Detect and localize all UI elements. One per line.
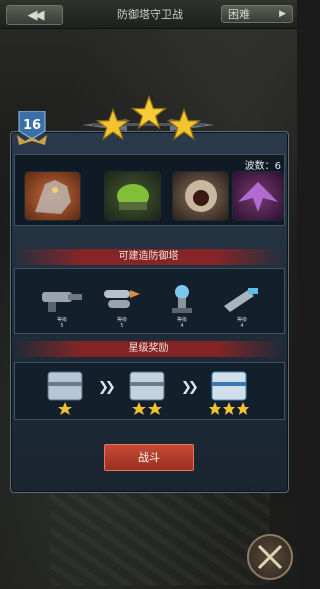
skill-button[interactable] xyxy=(247,534,293,580)
monster-bat-icon[interactable] xyxy=(232,171,284,221)
rewards-header: 星级奖励 xyxy=(14,341,283,357)
gatling-tower-icon xyxy=(42,292,82,312)
double-chevron-left-icon: ◀◀ xyxy=(27,7,45,23)
star-icon xyxy=(95,108,131,141)
back-button[interactable]: ◀◀ xyxy=(6,5,63,25)
page-title: 防御塔守卫战 xyxy=(117,8,183,21)
tesla-tower-icon xyxy=(172,285,192,313)
tower-level: 等级 4 xyxy=(176,317,187,329)
reward-chest-2[interactable] xyxy=(126,366,168,418)
star-icon xyxy=(130,95,168,130)
double-chevron-right-icon: ❯❯ xyxy=(98,380,116,395)
supply-chest-icon xyxy=(209,371,249,415)
top-bar: ◀◀ 防御塔守卫战 困难 ▶ xyxy=(0,0,297,29)
wave-count: 波数：6 xyxy=(244,161,281,172)
monster-dragon-icon[interactable] xyxy=(24,171,81,221)
difficulty-button[interactable]: 困难 ▶ xyxy=(221,5,293,23)
level-number: 16 xyxy=(22,118,42,133)
fight-button[interactable]: 战斗 xyxy=(104,444,194,471)
tower-gatling[interactable]: 等级 5 xyxy=(38,282,86,329)
triangle-right-icon: ▶ xyxy=(279,9,286,19)
monster-mech-icon[interactable] xyxy=(104,171,161,221)
reward-chest-1[interactable] xyxy=(44,366,86,418)
double-chevron-right-icon: ❯❯ xyxy=(181,380,199,395)
towers-header: 可建造防御塔 xyxy=(14,249,283,265)
supply-chest-icon xyxy=(47,371,83,415)
tower-level: 等级 4 xyxy=(236,317,247,329)
star-icon xyxy=(166,108,202,141)
reward-chest-3[interactable] xyxy=(208,366,250,418)
supply-chest-icon xyxy=(129,371,165,415)
tower-tesla[interactable]: 等级 4 xyxy=(158,282,206,329)
tower-laser[interactable]: 等级 4 xyxy=(218,282,266,329)
crossed-swords-icon xyxy=(257,544,283,570)
tower-missile[interactable]: 等级 5 xyxy=(98,282,146,329)
missile-tower-icon xyxy=(104,290,140,308)
monster-maw-icon[interactable] xyxy=(172,171,229,221)
tower-level: 等级 5 xyxy=(56,317,67,329)
laser-tower-icon xyxy=(224,288,258,312)
tower-level: 等级 5 xyxy=(116,317,127,329)
difficulty-label: 困难 xyxy=(228,8,250,21)
